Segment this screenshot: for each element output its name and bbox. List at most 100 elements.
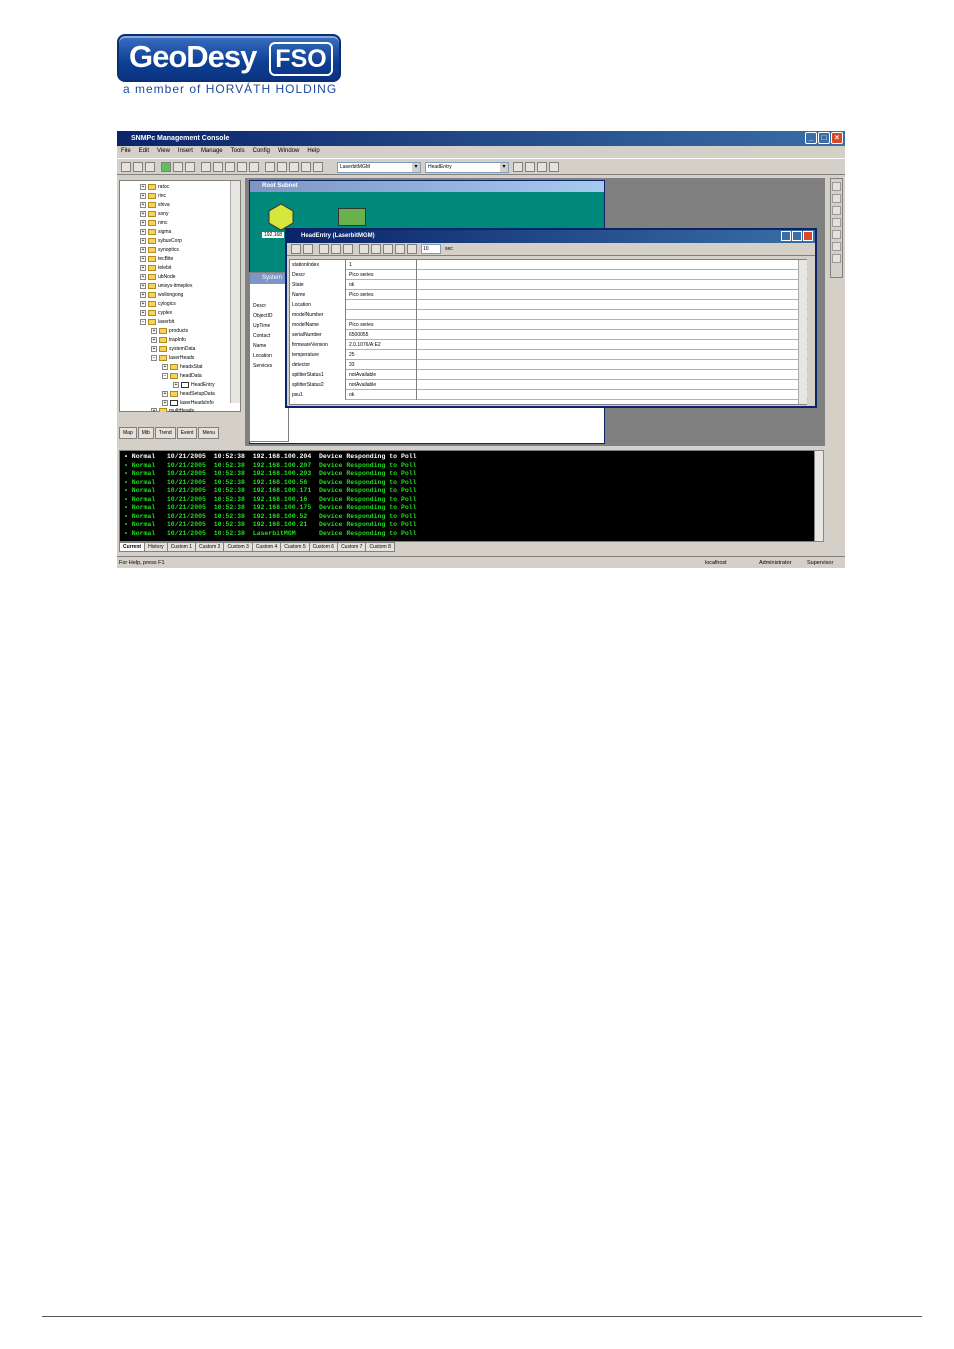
menu-insert[interactable]: Insert <box>178 146 193 157</box>
table-row[interactable]: modelNumber <box>290 310 808 320</box>
tab-custom-3[interactable]: Custom 3 <box>223 542 253 552</box>
tab-trend[interactable]: Trend <box>154 427 176 439</box>
tree-item[interactable]: + wollongong <box>140 291 183 299</box>
zoom-icon[interactable] <box>173 162 183 172</box>
menu-help[interactable]: Help <box>307 146 319 157</box>
go-icon[interactable] <box>313 162 323 172</box>
table-row[interactable]: firmwareVersion 2.0.1076/A:E2 <box>290 340 808 350</box>
tree-item[interactable]: + systemData <box>151 345 195 353</box>
close-icon[interactable]: × <box>831 132 843 144</box>
close-icon[interactable] <box>803 231 813 241</box>
table-row[interactable]: stationIndex 1 <box>290 260 808 270</box>
menu-manage[interactable]: Manage <box>201 146 223 157</box>
move-icon[interactable] <box>225 162 235 172</box>
edit-icon[interactable] <box>213 162 223 172</box>
log-row[interactable]: • Normal 10/21/2005 10:52:38 192.168.100… <box>124 479 417 488</box>
log-scrollbar[interactable] <box>814 450 824 542</box>
tree-item[interactable]: + multiHeads <box>151 407 194 412</box>
poll-interval-input[interactable]: 10 <box>421 244 441 254</box>
log-row[interactable]: • Normal 10/21/2005 10:52:38 192.168.100… <box>124 521 417 530</box>
graph-icon[interactable] <box>537 162 547 172</box>
check-icon[interactable] <box>291 244 301 254</box>
minimize-icon[interactable]: _ <box>805 132 817 144</box>
window-icon[interactable] <box>201 162 211 172</box>
tree-item[interactable]: + sigma <box>140 228 171 236</box>
tab-map[interactable]: Map <box>119 427 137 439</box>
maximize-icon[interactable]: □ <box>818 132 830 144</box>
menu-config[interactable]: Config <box>253 146 270 157</box>
log-row[interactable]: • Normal 10/21/2005 10:52:38 192.168.100… <box>124 513 417 522</box>
tree-item[interactable]: + unisys-itmeplex <box>140 282 192 290</box>
tab-custom-6[interactable]: Custom 6 <box>308 542 339 552</box>
tree-item[interactable]: + products <box>151 327 188 335</box>
menu-window[interactable]: Window <box>278 146 299 157</box>
palette-tool-icon[interactable] <box>832 218 841 227</box>
home-icon[interactable] <box>301 162 311 172</box>
table-row[interactable]: State ok <box>290 280 808 290</box>
menu-edit[interactable]: Edit <box>139 146 149 157</box>
palette-tool-icon[interactable] <box>832 182 841 191</box>
menu-file[interactable]: File <box>121 146 131 157</box>
table-row[interactable]: Name Pico series <box>290 290 808 300</box>
tab-mib[interactable]: Mib <box>137 427 154 439</box>
menu-view[interactable]: View <box>157 146 170 157</box>
save-icon[interactable] <box>395 244 405 254</box>
tree-item[interactable]: + trapInfo <box>151 336 186 344</box>
tree-item[interactable]: + cyplex <box>140 309 172 317</box>
log-row[interactable]: • Normal 10/21/2005 10:52:38 192.168.100… <box>124 504 417 513</box>
map-icon[interactable] <box>289 162 299 172</box>
tab-menu[interactable]: Menu <box>198 427 219 439</box>
grid-icon[interactable] <box>133 162 143 172</box>
tree-item[interactable]: + laserHeadsInfo <box>162 399 214 407</box>
tree-scrollbar[interactable] <box>230 181 240 403</box>
forward-icon[interactable] <box>277 162 287 172</box>
tree-item[interactable]: + tecBite <box>140 255 173 263</box>
palette-tool-icon[interactable] <box>832 242 841 251</box>
device-node-icon[interactable] <box>338 208 366 226</box>
find-icon[interactable] <box>121 162 131 172</box>
table-row[interactable]: splitterStatus2 notAvailable <box>290 380 808 390</box>
link-icon[interactable] <box>237 162 247 172</box>
tree-item[interactable]: − headData <box>162 372 202 380</box>
table-row[interactable]: temperature 25 <box>290 350 808 360</box>
tree-item[interactable]: + sony <box>140 210 169 218</box>
tree-item[interactable]: + headsStat <box>162 363 203 371</box>
minimize-icon[interactable] <box>781 231 791 241</box>
tab-custom-1[interactable]: Custom 1 <box>166 542 197 552</box>
table-row[interactable]: Descr Pico series <box>290 270 808 280</box>
log-row[interactable]: • Normal 10/21/2005 10:52:38 192.168.100… <box>124 453 417 462</box>
find-icon[interactable] <box>359 244 369 254</box>
log-row[interactable]: • Normal 10/21/2005 10:52:38 LaserbitMGM… <box>124 530 417 539</box>
tab-custom-4[interactable]: Custom 4 <box>251 542 282 552</box>
log-row[interactable]: • Normal 10/21/2005 10:52:38 192.168.100… <box>124 470 417 479</box>
tab-event[interactable]: Event <box>176 427 198 439</box>
cancel-icon[interactable] <box>303 244 313 254</box>
lock-icon[interactable] <box>145 162 155 172</box>
tab-custom-8[interactable]: Custom 8 <box>365 542 395 552</box>
settings-icon[interactable] <box>185 162 195 172</box>
table-icon[interactable] <box>513 162 523 172</box>
menu-tools[interactable]: Tools <box>231 146 245 157</box>
tree-item[interactable]: + telebit <box>140 264 171 272</box>
tree-item[interactable]: + headSetupData <box>162 390 215 398</box>
tree-item[interactable]: + sybusCorp <box>140 237 182 245</box>
table-row[interactable]: psu1 ok <box>290 390 808 400</box>
table-combo[interactable]: HeadEntry <box>425 162 509 173</box>
tree-item[interactable]: − laserHeads <box>151 354 194 362</box>
palette-tool-icon[interactable] <box>832 206 841 215</box>
palette-tool-icon[interactable] <box>832 194 841 203</box>
tree-item-headentry[interactable]: + HeadEntry <box>173 381 215 389</box>
help-icon[interactable] <box>407 244 417 254</box>
tab-current[interactable]: Current <box>119 542 146 552</box>
play-icon[interactable] <box>331 244 341 254</box>
tree-item[interactable]: + rinc <box>140 192 166 200</box>
tab-history[interactable]: History <box>144 542 168 552</box>
table-row[interactable]: splitterStatus1 notAvailable <box>290 370 808 380</box>
table-row[interactable]: serialNumber 6500055 <box>290 330 808 340</box>
tree-item[interactable]: + nmc <box>140 219 167 227</box>
tab-custom-2[interactable]: Custom 2 <box>195 542 225 552</box>
tree-item[interactable]: + shiva <box>140 201 170 209</box>
tree-item[interactable]: + synoptics <box>140 246 179 254</box>
palette-tool-icon[interactable] <box>832 230 841 239</box>
table-row[interactable]: detector 33 <box>290 360 808 370</box>
